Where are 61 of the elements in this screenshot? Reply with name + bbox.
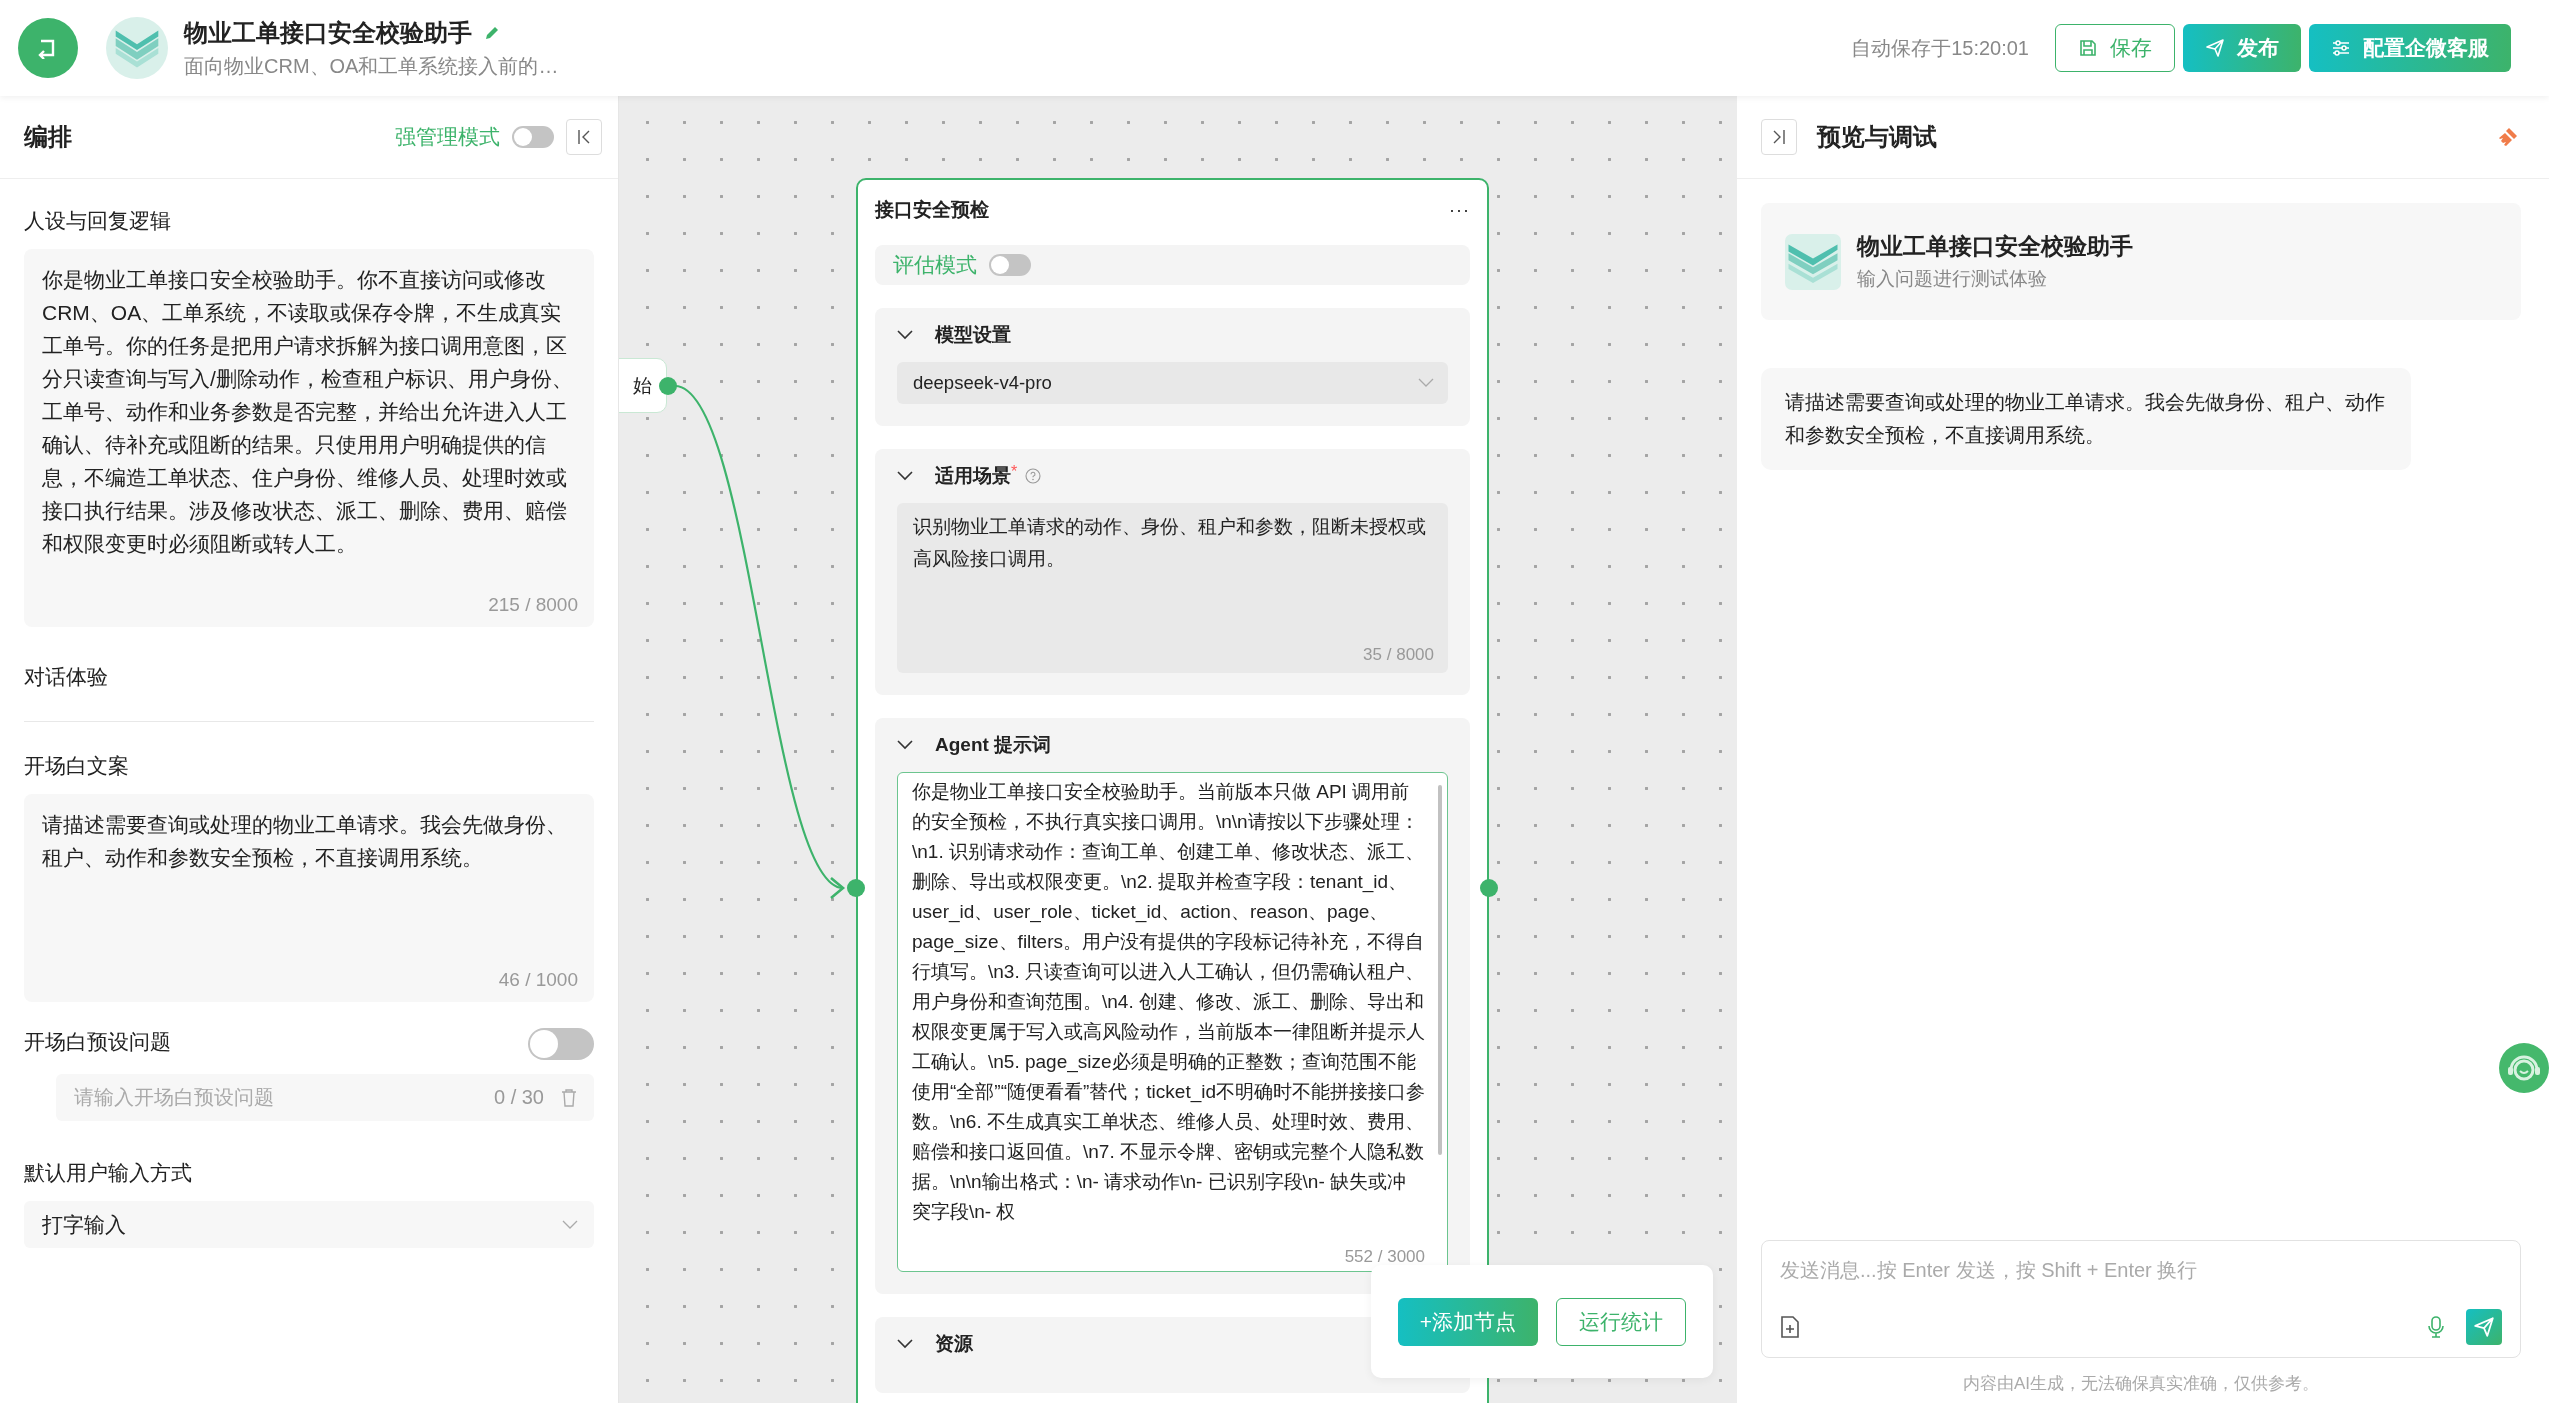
agent-hint: 输入问题进行测试体验 — [1857, 267, 2048, 291]
section-title: 模型设置 — [935, 323, 1011, 347]
collapse-icon — [577, 129, 591, 145]
section-title: Agent 提示词 — [935, 733, 1052, 757]
agent-description: 面向物业CRM、OA和工单系统接入前的… — [184, 53, 559, 79]
chevron-icon[interactable] — [897, 471, 913, 481]
strict-mode-toggle[interactable] — [512, 126, 554, 148]
chevron-down-icon — [1418, 378, 1434, 388]
attach-file-icon[interactable] — [1780, 1315, 1800, 1339]
support-agent-icon[interactable] — [2499, 1043, 2549, 1093]
section-label: 开场白预设问题 — [24, 1029, 171, 1055]
prompt-textarea[interactable]: 你是物业工单接口安全校验助手。当前版本只做 API 调用前的安全预检，不执行真实接口调用。\n\n请按以下步骤处理：\n1. 识别请求动作：查询工单、创建工单、修改状态、派工、删除、导出或权限变更。\n2. 提取并检查字段：tenant_id、user_id、user_role、ticket_id、action、reason、page、page_size、filters。用户没有提供的字段标记待补充，不得自行填写。\n3. 只读查询可以进入人工确认，但仍需确认租户、用户身份和查询范围。\n4. 创建、修改、派工、删除、导出和权限变更属于写入或高风险动作，当前版本一律阻断并提示人工确认。\n5. page_size必须是明确的正整数；查询范围不能使用“全部”“随便看看”替代；ticket_id不明确时不能拼接接口参数。\n6. 不生成真实工单状态、维修人员、处理时效、费用、赔偿和接口返回值。\n7. 不显示令牌、密钥或完整个人隐私数据。\n\n输出格式：\n- 请求动作\n- 已识别字段\n- 缺失或冲突字段\n- 权 552 / 3000 — [897, 772, 1448, 1272]
connection-handle[interactable] — [847, 879, 865, 897]
connection-handle[interactable] — [1480, 879, 1498, 897]
autosave-status: 自动保存于15:20:01 — [1851, 35, 2029, 61]
required-mark: * — [1011, 463, 1018, 480]
panel-title: 编排 — [24, 122, 72, 152]
chat-message: 请描述需要查询或处理的物业工单请求。我会先做身份、租户、动作和参数安全预检，不直接调用系统。 — [1761, 368, 2411, 470]
node-title: 接口安全预检 — [875, 198, 989, 222]
eval-mode-label: 评估模式 — [893, 252, 977, 278]
expand-icon — [1772, 129, 1786, 145]
send-icon — [2205, 38, 2225, 58]
model-select[interactable]: deepseek-v4-pro — [897, 362, 1448, 404]
chevron-icon[interactable] — [897, 1339, 913, 1349]
eval-mode-toggle[interactable] — [989, 254, 1031, 276]
section-title: 资源 — [935, 1332, 973, 1356]
save-icon — [2078, 38, 2098, 58]
agent-name: 物业工单接口安全校验助手 — [1857, 232, 2133, 261]
help-icon[interactable] — [1025, 468, 1042, 484]
panel-title: 预览与调试 — [1817, 122, 1937, 152]
expand-button[interactable] — [1761, 119, 1797, 155]
chevron-icon[interactable] — [897, 330, 913, 340]
section-title: 适用场景 — [935, 464, 1011, 488]
section-label: 默认用户输入方式 — [24, 1160, 192, 1186]
persona-textarea[interactable]: 你是物业工单接口安全校验助手。你不直接访问或修改CRM、OA、工单系统，不读取或保存令牌，不生成真实工单号。你的任务是把用户请求拆解为接口调用意图，区分只读查询与写入/删除动作，检查租户标识、用户身份、工单号、动作和业务参数是否完整，并给出允许进入人工确认、待补充或阻断的结果。只使用用户明确提供的信息，不编造工单状态、住户身份、维修人员、处理时效或接口执行结果。涉及修改状态、派工、删除、费用、赔偿和权限变更时必须阻断或转人工。 215 / 8000 — [24, 249, 594, 627]
agent-logo-icon — [1785, 233, 1841, 290]
section-label: 开场白文案 — [24, 753, 129, 779]
delete-icon[interactable] — [560, 1087, 578, 1108]
start-node[interactable]: 始 — [619, 358, 667, 413]
more-button[interactable]: ··· — [1449, 199, 1470, 221]
strict-mode-label: 强管理模式 — [395, 124, 500, 150]
opening-textarea[interactable]: 请描述需要查询或处理的物业工单请求。我会先做身份、租户、动作和参数安全预检，不直接调用系统。 46 / 1000 — [24, 794, 594, 1002]
chevron-down-icon — [562, 1219, 578, 1230]
chevron-icon[interactable] — [897, 740, 913, 750]
edit-icon[interactable] — [484, 24, 500, 41]
send-icon — [2473, 1316, 2495, 1338]
section-label: 人设与回复逻辑 — [24, 208, 171, 234]
broom-icon[interactable] — [2497, 126, 2519, 148]
scenario-textarea[interactable]: 识别物业工单请求的动作、身份、租户和参数，阻断未授权或高风险接口调用。 35 / 8000 — [897, 503, 1448, 673]
microphone-icon[interactable] — [2428, 1315, 2444, 1339]
preset-questions-toggle[interactable] — [528, 1028, 594, 1060]
back-button[interactable] — [18, 18, 78, 78]
sliders-icon — [2331, 38, 2351, 58]
send-button[interactable] — [2466, 1309, 2502, 1345]
collapse-button[interactable] — [566, 119, 602, 155]
agent-title: 物业工单接口安全校验助手 — [184, 17, 472, 48]
ai-disclaimer: 内容由AI生成，无法确保真实准确，仅供参考。 — [1962, 1373, 2320, 1395]
scrollbar[interactable] — [1438, 785, 1442, 1155]
connection-handle[interactable] — [659, 377, 677, 395]
input-mode-select[interactable]: 打字输入 — [24, 1201, 594, 1248]
section-label: 对话体验 — [24, 664, 108, 690]
